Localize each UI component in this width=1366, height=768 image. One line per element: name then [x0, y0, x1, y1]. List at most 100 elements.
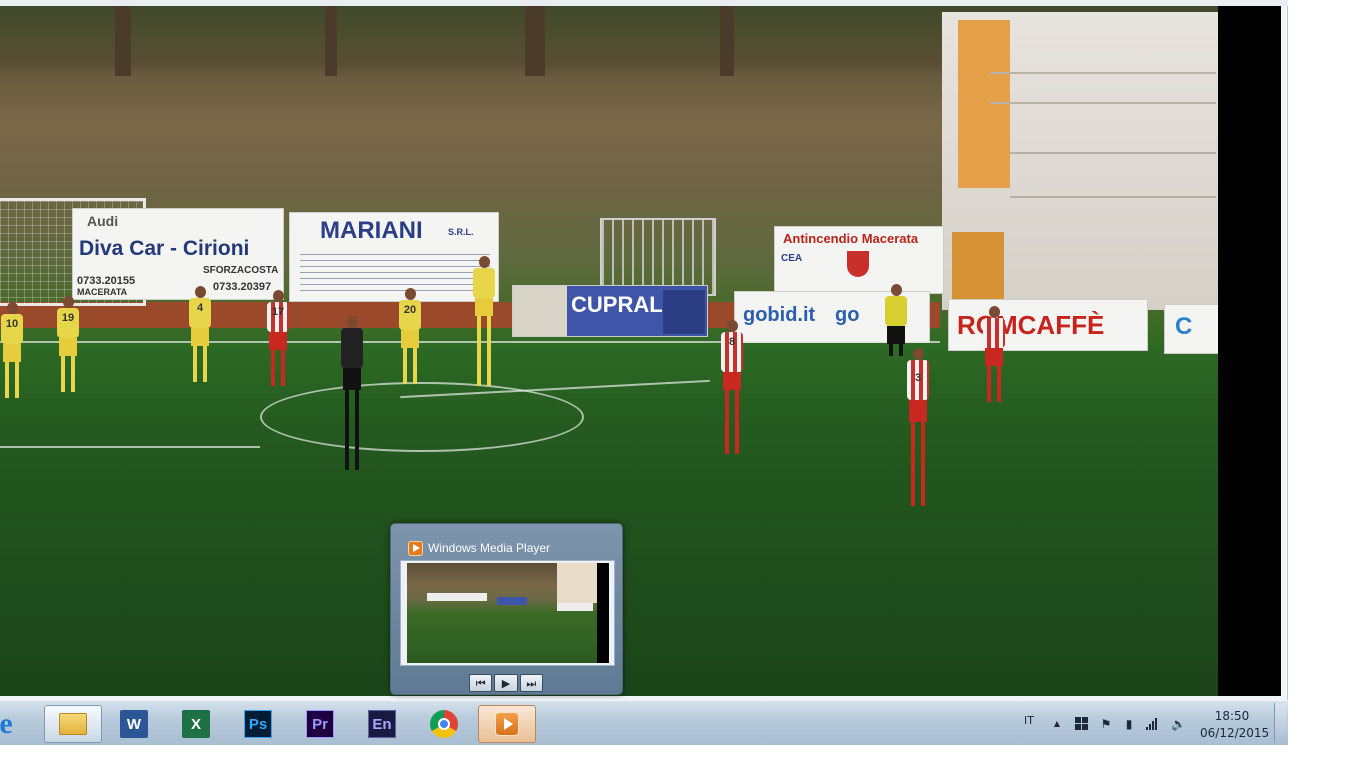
player-number: 19 — [61, 312, 75, 324]
word-icon: W — [120, 710, 148, 738]
banner-text: Audi — [87, 213, 119, 229]
player-number: 3 — [914, 372, 922, 384]
banner-mariani: MARIANI S.R.L. — [289, 212, 499, 302]
banner-text: CUPRAL — [571, 292, 663, 317]
banner-partial: C — [1164, 304, 1218, 354]
taskbar-thumbnail-preview[interactable]: Windows Media Player ⏮ ▶ ⏭ — [390, 523, 623, 695]
penalty-arc — [260, 382, 584, 452]
player-number: 20 — [403, 304, 417, 316]
stands-railing — [990, 72, 1216, 74]
banner-text: ROMCAFFÈ — [957, 310, 1105, 340]
excel-icon: X — [182, 710, 210, 738]
banner-text: gobid.it — [743, 304, 816, 326]
taskbar-windows-media-player[interactable] — [478, 705, 536, 743]
banner-antincendio: Antincendio Macerata CEA — [774, 226, 944, 294]
stands-railing — [1010, 196, 1216, 198]
taskbar-chrome[interactable] — [416, 705, 472, 743]
power-icon[interactable]: ▮ — [1122, 717, 1136, 731]
banner-text: 0733.20397 — [213, 281, 272, 293]
taskbar-excel[interactable]: X — [168, 705, 224, 743]
thumb-banner — [557, 603, 593, 611]
banner-cupral: CUPRAL — [512, 285, 708, 337]
player-number: 4 — [196, 302, 204, 314]
field-line — [0, 341, 940, 343]
thumbnail-toolbar: ⏮ ▶ ⏭ — [469, 674, 545, 694]
taskbar-word[interactable]: W — [106, 705, 162, 743]
taskbar-encore[interactable]: En — [354, 705, 410, 743]
premiere-icon: Pr — [306, 710, 334, 738]
chrome-icon — [430, 710, 458, 738]
banner-text: MARIANI — [320, 217, 423, 244]
internet-explorer-icon: e — [0, 707, 13, 740]
player-yellow: 20 — [398, 288, 422, 388]
tree-trunk — [720, 6, 734, 76]
show-desktop-button[interactable] — [1274, 703, 1287, 743]
stands-orange-section — [958, 20, 1010, 188]
tree-trunk — [115, 6, 131, 76]
taskbar-premiere[interactable]: Pr — [292, 705, 348, 743]
player-red: 3 — [906, 348, 930, 508]
banner-shield — [847, 251, 869, 277]
clock-date[interactable]: 06/12/2015 — [1200, 726, 1269, 740]
network-signal-icon[interactable] — [1146, 717, 1160, 731]
banner-romcaffe: ROMCAFFÈ — [948, 299, 1148, 351]
tree-trunk — [325, 6, 337, 76]
media-player-icon — [493, 710, 521, 738]
taskbar-photoshop[interactable]: Ps — [230, 705, 286, 743]
stands-railing — [990, 102, 1216, 104]
banner-logo — [663, 290, 705, 334]
thumbnail-title: Windows Media Player — [428, 541, 551, 555]
field-line — [0, 446, 260, 448]
play-button[interactable]: ▶ — [494, 674, 518, 692]
banner-text: SFORZACOSTA — [203, 265, 279, 276]
player-yellow: 10 — [0, 302, 24, 402]
photoshop-icon: Ps — [244, 710, 272, 738]
tree-trunk — [525, 6, 545, 76]
thumbnail-letterbox — [597, 563, 609, 663]
banner-text: S.R.L. — [448, 227, 474, 237]
show-hidden-icons-icon[interactable]: ▲ — [1050, 717, 1064, 731]
thumb-banner — [427, 593, 487, 601]
banner-text: C — [1175, 313, 1193, 340]
video-letterbox — [1218, 6, 1281, 696]
media-player-window: Audi Diva Car - Cirioni 0733.20155 MACER… — [0, 0, 1288, 700]
taskbar: e W X Ps Pr En — [0, 700, 1288, 745]
player-number: 10 — [5, 318, 19, 330]
player-yellow: 19 — [56, 296, 80, 396]
media-player-icon — [408, 541, 423, 556]
banner-text: CEA — [781, 253, 803, 264]
clock-time[interactable]: 18:50 — [1212, 709, 1252, 723]
player-number: 8 — [728, 336, 736, 348]
thumbnail-preview-frame[interactable] — [400, 560, 615, 666]
thumb-banner — [497, 597, 527, 605]
windows-flag-icon[interactable] — [1075, 717, 1089, 731]
encore-icon: En — [368, 710, 396, 738]
banner-image — [513, 286, 567, 336]
referee — [340, 316, 364, 476]
volume-icon[interactable]: 🔈 — [1171, 717, 1186, 731]
banner-diva-car: Audi Diva Car - Cirioni 0733.20155 MACER… — [72, 208, 284, 300]
thumbnail-video — [407, 563, 597, 663]
taskbar-internet-explorer[interactable]: e — [0, 705, 28, 743]
action-center-flag-icon[interactable]: ⚑ — [1099, 717, 1113, 731]
player-red: 8 — [720, 320, 744, 460]
banner-text: 0733.20155 — [77, 275, 136, 287]
banner-fine-print — [300, 249, 490, 293]
banner-text: go — [835, 304, 860, 326]
next-track-button[interactable]: ⏭ — [519, 674, 543, 692]
banner-text: Antincendio Macerata — [783, 231, 919, 246]
player-red — [982, 306, 1006, 406]
thumb-stands — [557, 563, 597, 603]
player-yellow — [472, 256, 496, 386]
stands-orange-section — [952, 232, 1004, 302]
stands-railing — [1010, 152, 1216, 154]
taskbar-windows-explorer[interactable] — [44, 705, 102, 743]
folder-icon — [59, 710, 87, 738]
player-yellow: 4 — [188, 286, 212, 386]
previous-track-button[interactable]: ⏮ — [469, 674, 493, 692]
player-red: 17 — [266, 290, 290, 390]
banner-text: Diva Car - Cirioni — [79, 237, 250, 260]
input-language-indicator[interactable]: IT — [1024, 714, 1034, 727]
banner-text: MACERATA — [77, 287, 128, 297]
player-number: 17 — [271, 306, 285, 318]
